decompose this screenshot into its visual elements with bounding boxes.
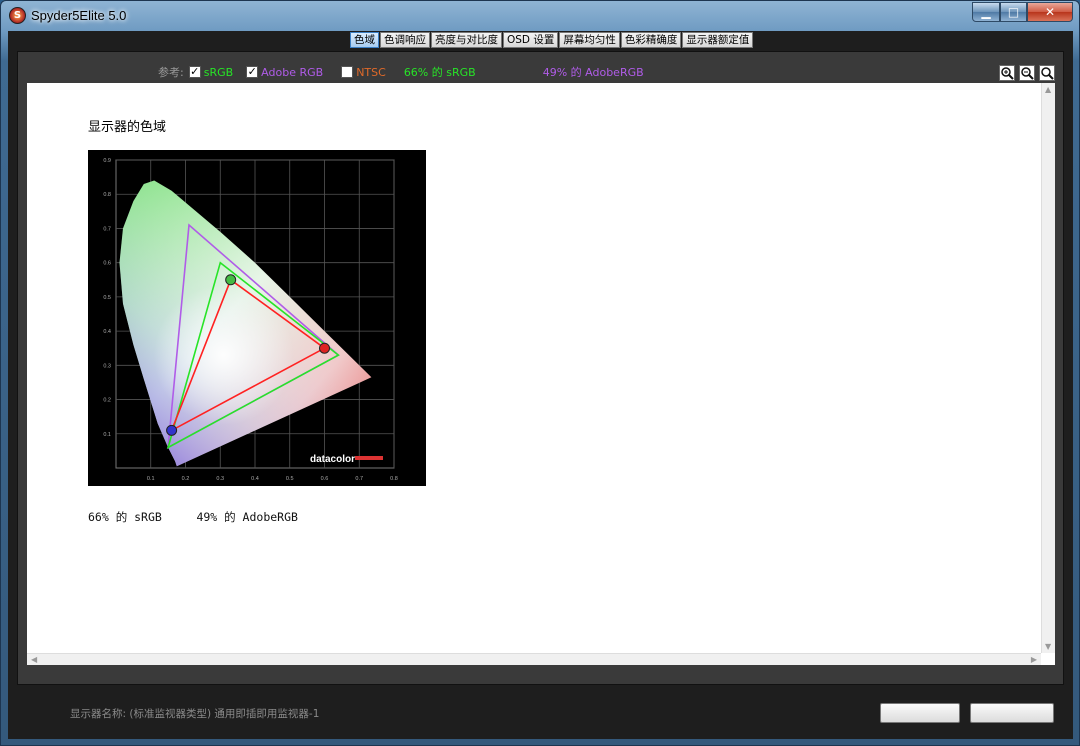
horizontal-scrollbar[interactable]: ◀ ▶ [27,653,1041,665]
primary-marker-0 [319,342,330,354]
result-adobe: 49% 的 AdobeRGB [196,510,298,524]
caption-buttons: ▁ □ ✕ [972,2,1073,22]
x-tick-label: 0.3 [216,476,224,482]
y-tick-label: 0.2 [103,398,111,404]
y-tick-label: 0.8 [103,192,111,198]
footer-button-1[interactable] [880,703,960,723]
close-button[interactable]: ✕ [1027,2,1073,22]
ntsc-checkbox[interactable] [341,66,354,78]
y-tick-label: 0.5 [103,295,111,301]
tab-gamut[interactable]: 色域 [350,32,379,48]
report-tabs: 色域 色调响应 亮度与对比度 OSD 设置 屏幕均匀性 色彩精确度 显示器额定值 [350,32,754,48]
app-window: S Spyder5Elite 5.0 ▁ □ ✕ 色域 色调响应 亮度与对比度 … [0,0,1080,746]
srgb-label: sRGB [203,65,234,79]
scroll-left-arrow-icon[interactable]: ◀ [31,655,37,664]
result-line: 66% 的 sRGB 49% 的 AdobeRGB [88,509,298,525]
zoom-fit-icon[interactable] [1039,65,1055,81]
report-content: 显示器的色域 0.1 0.2 0.3 0.4 0.5 0.6 0.7 0.8 0… [27,83,1041,653]
spyder-app-icon[interactable]: S [9,7,26,24]
y-tick-label: 0.1 [103,432,111,438]
cie-diagram: 0.1 0.2 0.3 0.4 0.5 0.6 0.7 0.8 0.1 0.2 0.3 0.4 0.5 0… [103,158,398,482]
result-srgb: 66% 的 sRGB [88,510,162,524]
x-tick-label: 0.6 [321,476,329,482]
srgb-coverage-stat: 66% 的 sRGB [403,66,476,79]
x-tick-label: 0.2 [182,476,190,482]
y-tick-label: 0.9 [103,158,111,164]
tab-color-accuracy[interactable]: 色彩精确度 [620,32,682,48]
datacolor-logo: datacolor [310,454,355,465]
primary-marker-1 [225,274,237,286]
maximize-button[interactable]: □ [1000,2,1027,22]
datacolor-logo-bar [355,456,383,460]
y-tick-label: 0.3 [103,363,111,369]
adobe-coverage-stat: 49% 的 AdobeRGB [542,66,644,79]
y-tick-label: 0.7 [103,226,111,232]
tab-brightness-contrast[interactable]: 亮度与对比度 [431,32,502,48]
tab-monitor-rating[interactable]: 显示器额定值 [682,32,754,48]
report-heading: 显示器的色域 [88,120,167,135]
report-viewer[interactable]: 显示器的色域 0.1 0.2 0.3 0.4 0.5 0.6 0.7 0.8 0… [27,83,1055,665]
adobe-rgb-checkbox[interactable]: ✓ [246,66,259,78]
tab-osd-settings[interactable]: OSD 设置 [503,32,559,48]
vertical-scrollbar[interactable]: ▲ ▼ [1041,83,1055,653]
y-tick-label: 0.6 [103,261,111,267]
srgb-checkbox[interactable]: ✓ [188,66,201,78]
tab-screen-uniformity[interactable]: 屏幕均匀性 [559,32,620,48]
x-tick-label: 0.8 [390,476,398,482]
ntsc-label: NTSC [356,65,386,79]
reference-bar: 参考: ✓ sRGB ✓ Adobe RGB NTSC 66% 的 sRGB 4… [158,64,644,80]
scroll-down-arrow-icon[interactable]: ▼ [1045,642,1051,651]
x-tick-label: 0.5 [286,476,294,482]
zoom-controls [995,65,1055,81]
window-title: Spyder5Elite 5.0 [31,8,127,23]
primary-marker-2 [166,424,178,436]
zoom-out-icon[interactable] [1019,65,1035,81]
scroll-up-arrow-icon[interactable]: ▲ [1045,85,1051,94]
x-tick-label: 0.1 [147,476,155,482]
x-tick-label: 0.7 [355,476,363,482]
title-bar[interactable]: S Spyder5Elite 5.0 ▁ □ ✕ [1,1,1079,31]
footer-button-2[interactable] [970,703,1054,723]
x-tick-label: 0.4 [251,476,259,482]
client-area: 色域 色调响应 亮度与对比度 OSD 设置 屏幕均匀性 色彩精确度 显示器额定值… [8,31,1073,739]
scroll-right-arrow-icon[interactable]: ▶ [1031,655,1037,664]
reference-label: 参考: [158,66,184,79]
adobe-rgb-label: Adobe RGB [261,65,324,79]
gamut-panel: 参考: ✓ sRGB ✓ Adobe RGB NTSC 66% 的 sRGB 4… [17,51,1064,685]
gamut-chart: 0.1 0.2 0.3 0.4 0.5 0.6 0.7 0.8 0.1 0.2 0.3 0.4 0.5 0… [88,150,426,486]
minimize-button[interactable]: ▁ [972,2,1000,22]
monitor-name-label: 显示器名称: (标准监视器类型) 通用即插即用监视器-1 [70,708,320,720]
y-tick-label: 0.4 [103,329,111,335]
white-point-glow [153,285,294,426]
zoom-in-icon[interactable] [999,65,1015,81]
tab-tone-response[interactable]: 色调响应 [380,32,430,48]
